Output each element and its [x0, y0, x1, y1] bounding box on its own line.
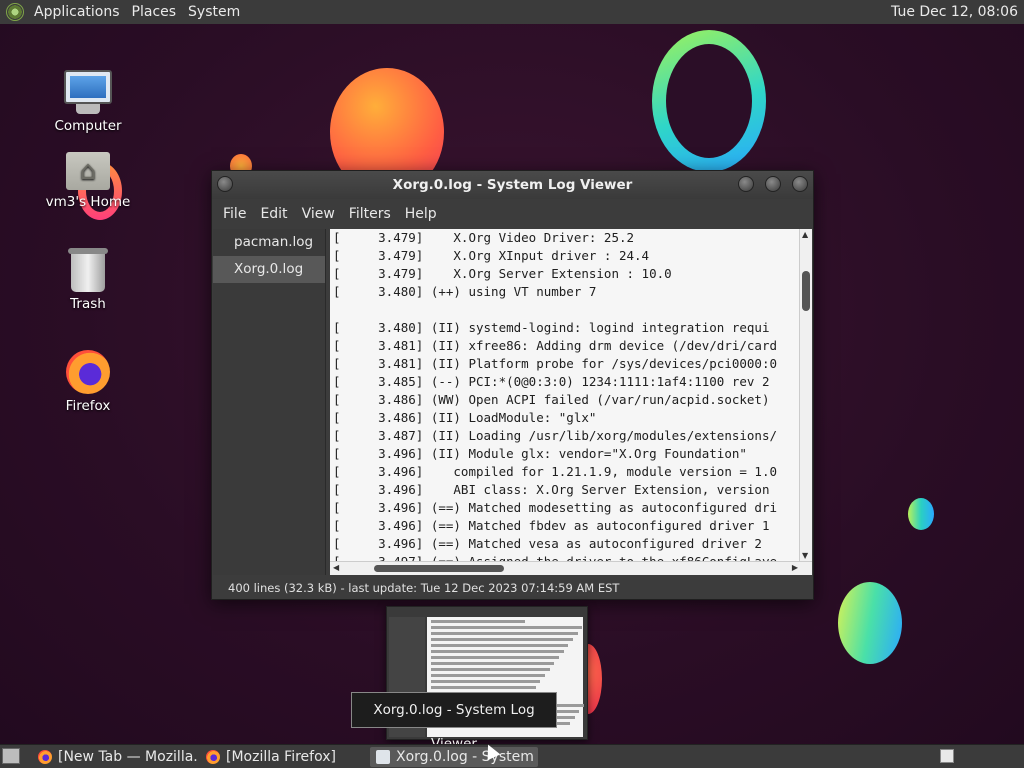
desktop-icon-label: Firefox	[65, 398, 111, 414]
desktop-icon-trash[interactable]: Trash	[38, 248, 138, 312]
desktop-icon-computer[interactable]: Computer	[38, 70, 138, 134]
vertical-scrollbar[interactable]: ▲ ▼	[799, 229, 812, 561]
window-menu-icon[interactable]	[217, 176, 233, 192]
desktop-icon-label: Computer	[54, 118, 122, 134]
menu-filters[interactable]: Filters	[342, 206, 398, 222]
preview-line	[431, 656, 559, 659]
menu-edit[interactable]: Edit	[253, 206, 294, 222]
horizontal-scroll-thumb[interactable]	[374, 565, 504, 572]
bottom-panel: [New Tab — Mozilla... [Mozilla Firefox] …	[0, 744, 1024, 768]
log-viewer-window: Xorg.0.log - System Log Viewer File Edit…	[211, 170, 814, 600]
log-line: [ 3.487] (II) Loading /usr/lib/xorg/modu…	[333, 428, 778, 443]
scroll-down-icon[interactable]: ▼	[802, 551, 808, 560]
firefox-icon	[38, 750, 52, 764]
log-text-view[interactable]: [ 3.479] X.Org Video Driver: 25.2 [ 3.479…	[330, 229, 799, 561]
vertical-scroll-thumb[interactable]	[802, 271, 810, 311]
preview-line	[431, 686, 536, 689]
menu-bar: File Edit View Filters Help	[212, 199, 813, 229]
log-list-item-xorg[interactable]: Xorg.0.log	[213, 256, 325, 283]
desktop-icon-label: Trash	[70, 296, 106, 312]
log-list-sidebar: pacman.log Xorg.0.log	[213, 229, 326, 575]
minimize-icon[interactable]	[738, 176, 754, 192]
log-line: [ 3.481] (II) Platform probe for /sys/de…	[333, 356, 778, 371]
wallpaper-small-green-blob	[908, 498, 934, 530]
log-line: [ 3.497] (==) Assigned the driver to the…	[330, 553, 799, 561]
log-line: [ 3.496] (II) Module glx: vendor="X.Org …	[333, 446, 747, 461]
preview-line	[431, 632, 578, 635]
preview-line	[431, 680, 541, 683]
log-line: [ 3.496] compiled for 1.21.1.9, module v…	[333, 464, 778, 479]
log-line: [ 3.496] (==) Matched vesa as autoconfig…	[333, 536, 762, 551]
window-tooltip: Xorg.0.log - System Log Viewer	[351, 692, 557, 752]
log-line: [ 3.496] (==) Matched modesetting as aut…	[333, 500, 778, 515]
top-panel: Applications Places System Tue Dec 12, 0…	[0, 0, 1024, 25]
maximize-icon[interactable]	[765, 176, 781, 192]
taskbar-item-label: [Mozilla Firefox]	[226, 749, 336, 765]
show-desktop-icon[interactable]	[2, 748, 20, 764]
applications-menu[interactable]: Applications	[28, 0, 126, 24]
system-menu[interactable]: System	[182, 0, 246, 24]
log-list-item-pacman[interactable]: pacman.log	[213, 229, 325, 256]
window-title: Xorg.0.log - System Log Viewer	[392, 177, 633, 193]
preview-line	[431, 638, 573, 641]
log-line: [ 3.485] (--) PCI:*(0@0:3:0) 1234:1111:1…	[333, 374, 770, 389]
log-line: [ 3.481] (II) xfree86: Adding drm device…	[333, 338, 778, 353]
wallpaper-green-ring	[652, 30, 766, 172]
log-line: [ 3.480] (II) systemd-logind: logind int…	[333, 320, 770, 335]
log-line: [ 3.479] X.Org Video Driver: 25.2	[333, 230, 635, 245]
menu-help[interactable]: Help	[398, 206, 444, 222]
menu-view[interactable]: View	[295, 206, 342, 222]
wallpaper-green-blob	[838, 582, 902, 664]
desktop-icon-label: vm3's Home	[45, 194, 131, 210]
preview-line	[431, 662, 555, 665]
window-titlebar[interactable]: Xorg.0.log - System Log Viewer	[212, 171, 813, 199]
preview-line	[431, 620, 525, 623]
menu-file[interactable]: File	[216, 206, 253, 222]
places-menu[interactable]: Places	[126, 0, 183, 24]
close-icon[interactable]	[792, 176, 808, 192]
desktop-icon-home[interactable]: vm3's Home	[38, 152, 138, 210]
log-viewer-icon	[376, 750, 390, 764]
scroll-left-icon[interactable]: ◀	[333, 563, 339, 572]
firefox-icon	[206, 750, 220, 764]
firefox-icon	[66, 350, 110, 394]
scroll-up-icon[interactable]: ▲	[802, 230, 808, 239]
log-line: [ 3.486] (WW) Open ACPI failed (/var/run…	[333, 392, 770, 407]
taskbar-item-firefox[interactable]: [Mozilla Firefox]	[200, 747, 366, 767]
preview-line	[431, 644, 569, 647]
workspace-switcher[interactable]	[940, 749, 954, 763]
log-line: [ 3.480] (++) using VT number 7	[333, 284, 597, 299]
taskbar-item-label: [New Tab — Mozilla...	[58, 749, 198, 765]
log-line: [ 3.479] X.Org Server Extension : 10.0	[333, 266, 672, 281]
scroll-right-icon[interactable]: ▶	[792, 563, 798, 572]
window-body: pacman.log Xorg.0.log [ 3.479] X.Org Vid…	[213, 229, 812, 575]
computer-icon	[38, 70, 138, 114]
status-bar: 400 lines (32.3 kB) - last update: Tue 1…	[228, 581, 620, 595]
preview-line	[431, 626, 583, 629]
taskbar-item-log-viewer[interactable]: Xorg.0.log - System ...	[370, 747, 538, 767]
log-line: [ 3.496] ABI class: X.Org Server Extensi…	[333, 482, 770, 497]
log-line: [ 3.479] X.Org XInput driver : 24.4	[333, 248, 650, 263]
desktop-icon-firefox[interactable]: Firefox	[38, 350, 138, 414]
trash-icon	[68, 248, 108, 292]
preview-line	[431, 674, 545, 677]
distro-logo-icon[interactable]	[6, 3, 24, 21]
clock[interactable]: Tue Dec 12, 08:06	[891, 0, 1018, 24]
horizontal-scrollbar[interactable]: ◀ ▶	[330, 561, 812, 575]
home-folder-icon	[66, 152, 110, 190]
log-line: [ 3.486] (II) LoadModule: "glx"	[333, 410, 597, 425]
preview-line	[431, 668, 550, 671]
preview-line	[431, 650, 564, 653]
taskbar-item-new-tab[interactable]: [New Tab — Mozilla...	[32, 747, 198, 767]
taskbar-item-label: Xorg.0.log - System ...	[396, 749, 538, 765]
log-line: [ 3.496] (==) Matched fbdev as autoconfi…	[333, 518, 770, 533]
